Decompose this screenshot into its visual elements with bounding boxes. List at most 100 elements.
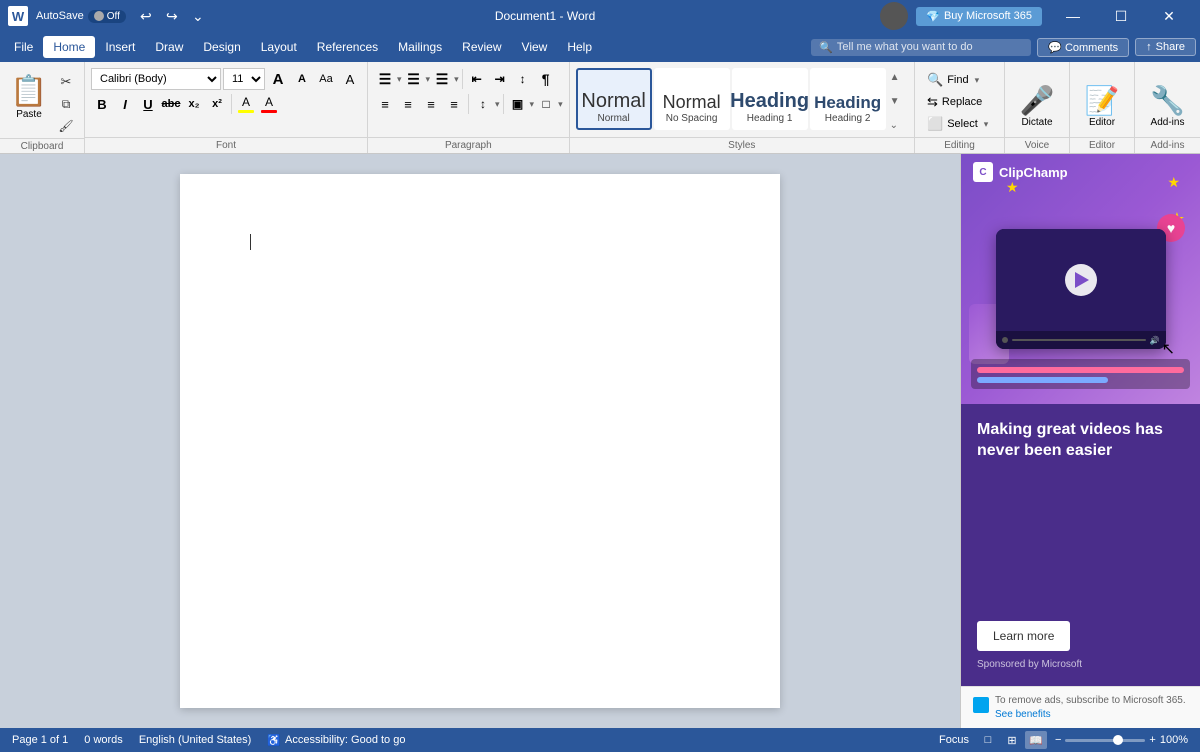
find-dropdown-icon[interactable]: ▾ (975, 75, 980, 86)
show-hide-button[interactable]: ¶ (535, 68, 557, 90)
close-button[interactable]: ✕ (1146, 0, 1192, 32)
read-mode-button[interactable]: 📖 (1025, 731, 1047, 749)
shading-button[interactable]: ▣ (507, 93, 529, 115)
menu-help[interactable]: Help (557, 36, 602, 58)
addins-section: 🔧 Add-ins Add-ins (1135, 62, 1200, 153)
menu-mailings[interactable]: Mailings (388, 36, 452, 58)
style-heading1-button[interactable]: Heading Heading 1 (732, 68, 808, 130)
strikethrough-button[interactable]: abc (160, 93, 182, 115)
font-size-selector[interactable]: 11 (223, 68, 265, 90)
font-row1: Calibri (Body) 11 A A Aa A (91, 68, 361, 90)
italic-button[interactable]: I (114, 93, 136, 115)
zoom-in-button[interactable]: + (1149, 734, 1155, 746)
voice-section: 🎤 Dictate Voice (1005, 62, 1070, 153)
document-page[interactable] (180, 174, 780, 708)
see-benefits-link[interactable]: See benefits (995, 709, 1051, 720)
zoom-out-button[interactable]: − (1055, 734, 1061, 746)
superscript-button[interactable]: x² (206, 93, 228, 115)
subscript-button[interactable]: x₂ (183, 93, 205, 115)
change-case-button[interactable]: Aa (315, 68, 337, 90)
numbered-list-button[interactable]: ☰ (403, 68, 425, 90)
accessibility-status[interactable]: ♿ Accessibility: Good to go (267, 734, 405, 747)
buy-microsoft-365-button[interactable]: 💎 Buy Microsoft 365 (916, 7, 1042, 26)
format-painter-button[interactable]: 🖌 (54, 116, 78, 136)
replace-button[interactable]: ⇆ Replace (921, 92, 988, 112)
menu-view[interactable]: View (512, 36, 558, 58)
font-grow-button[interactable]: A (267, 68, 289, 90)
line-spacing-button[interactable]: ↕ (472, 93, 494, 115)
styles-more-button[interactable]: ⌄ (890, 120, 900, 131)
bold-button[interactable]: B (91, 93, 113, 115)
multilevel-dropdown-icon[interactable]: ▾ (454, 74, 459, 85)
menu-references[interactable]: References (307, 36, 388, 58)
focus-button[interactable]: Focus (939, 734, 969, 746)
bullet-list-button[interactable]: ☰ (374, 68, 396, 90)
clear-formatting-button[interactable]: A (339, 68, 361, 90)
autosave-toggle[interactable]: Off (88, 10, 126, 23)
language-indicator[interactable]: English (United States) (139, 734, 252, 746)
print-layout-button[interactable]: □ (977, 731, 999, 749)
align-left-button[interactable]: ≡ (374, 93, 396, 115)
shading-dropdown-icon[interactable]: ▾ (530, 99, 535, 110)
web-layout-button[interactable]: ⊞ (1001, 731, 1023, 749)
paste-button[interactable]: 📋 Paste (6, 68, 52, 128)
sort-button[interactable]: ↕ (512, 68, 534, 90)
redo-button[interactable]: ↪ (160, 4, 184, 28)
justify-button[interactable]: ≡ (443, 93, 465, 115)
multilevel-list-button[interactable]: ☰ (431, 68, 453, 90)
document-area[interactable] (0, 154, 960, 728)
borders-dropdown-icon[interactable]: ▾ (558, 99, 563, 110)
dictate-button[interactable]: 🎤 Dictate (1012, 68, 1062, 132)
numbered-dropdown-icon[interactable]: ▾ (426, 74, 431, 85)
maximize-button[interactable]: ☐ (1098, 0, 1144, 32)
ad-bottom: Making great videos has never been easie… (961, 404, 1200, 686)
menu-home[interactable]: Home (43, 36, 95, 58)
font-color-button[interactable]: A (258, 93, 280, 115)
quick-access-more-button[interactable]: ⌄ (186, 4, 210, 28)
cut-button[interactable]: ✂ (54, 72, 78, 92)
profile-avatar[interactable] (880, 2, 908, 30)
menu-file[interactable]: File (4, 36, 43, 58)
styles-scroll-up-button[interactable]: ▲ (890, 72, 900, 83)
addins-button[interactable]: 🔧 Add-ins (1143, 68, 1193, 132)
copy-button[interactable]: ⧉ (54, 94, 78, 114)
underline-button[interactable]: U (137, 93, 159, 115)
zoom-level[interactable]: 100% (1160, 734, 1188, 746)
select-dropdown-icon[interactable]: ▾ (984, 119, 989, 130)
font-name-selector[interactable]: Calibri (Body) (91, 68, 221, 90)
align-center-button[interactable]: ≡ (397, 93, 419, 115)
undo-button[interactable]: ↩ (134, 4, 158, 28)
search-bar[interactable]: 🔍 Tell me what you want to do (811, 39, 1031, 56)
style-heading2-button[interactable]: Heading Heading 2 (810, 68, 886, 130)
menu-layout[interactable]: Layout (251, 36, 307, 58)
play-button[interactable] (1065, 264, 1097, 296)
zoom-slider-track[interactable] (1065, 739, 1145, 742)
align-right-button[interactable]: ≡ (420, 93, 442, 115)
minimize-button[interactable]: — (1050, 0, 1096, 32)
styles-scroll-down-button[interactable]: ▼ (890, 96, 900, 107)
autosave-control[interactable]: AutoSave Off (36, 10, 126, 23)
comments-button[interactable]: 💬 Comments (1037, 38, 1129, 57)
bullet-dropdown-icon[interactable]: ▾ (397, 74, 402, 85)
decrease-indent-button[interactable]: ⇤ (466, 68, 488, 90)
borders-button[interactable]: □ (535, 93, 557, 115)
select-button[interactable]: ⬜ Select ▾ (921, 114, 994, 134)
menu-draw[interactable]: Draw (145, 36, 193, 58)
increase-indent-button[interactable]: ⇥ (489, 68, 511, 90)
title-bar: W AutoSave Off ↩ ↪ ⌄ Document1 - Word 💎 … (0, 0, 1200, 32)
font-row2: B I U abc x₂ x² A A (91, 93, 280, 115)
text-highlight-button[interactable]: A (235, 93, 257, 115)
font-shrink-button[interactable]: A (291, 68, 313, 90)
learn-more-button[interactable]: Learn more (977, 621, 1070, 651)
editor-button[interactable]: 📝 Editor (1077, 68, 1127, 132)
menu-design[interactable]: Design (193, 36, 250, 58)
menu-insert[interactable]: Insert (95, 36, 145, 58)
share-button[interactable]: ↑ Share (1135, 38, 1196, 56)
find-button[interactable]: 🔍 Find ▾ (921, 70, 985, 90)
line-spacing-dropdown-icon[interactable]: ▾ (495, 99, 500, 110)
zoom-slider-thumb[interactable] (1113, 735, 1123, 745)
menu-review[interactable]: Review (452, 36, 511, 58)
normal-label: Normal (597, 113, 629, 124)
style-normal-button[interactable]: Normal Normal (576, 68, 652, 130)
style-no-spacing-button[interactable]: Normal No Spacing (654, 68, 730, 130)
